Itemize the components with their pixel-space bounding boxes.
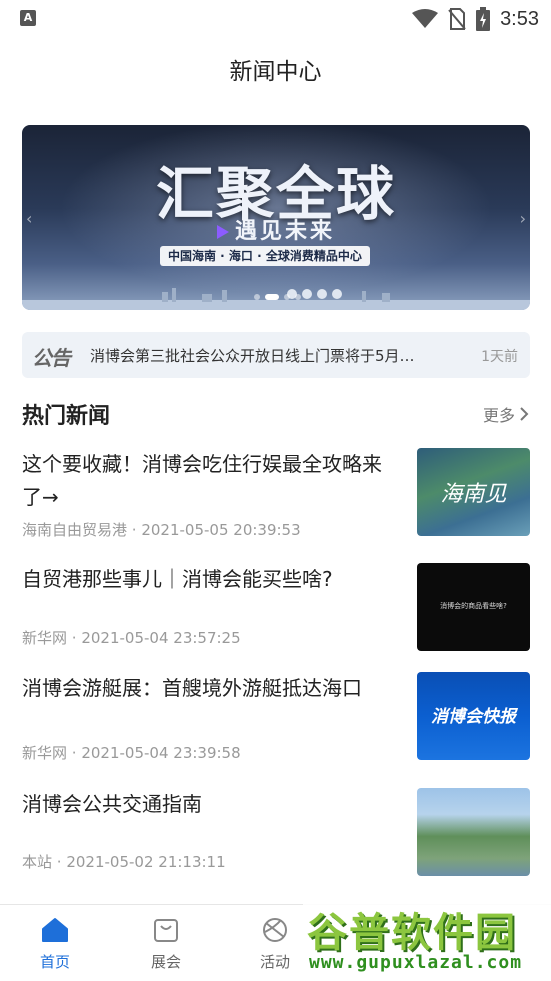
home-icon xyxy=(42,918,68,942)
news-title: 自贸港那些事儿｜消博会能买些啥? xyxy=(22,567,333,591)
ball-icon xyxy=(263,918,287,942)
news-thumbnail: 海南见 xyxy=(417,448,530,536)
more-label: 更多 xyxy=(482,406,515,425)
bag-icon xyxy=(154,919,178,942)
news-meta: 新华网 · 2021-05-04 23:57:25 xyxy=(22,629,241,647)
play-triangle-icon xyxy=(216,225,229,239)
news-source: 海南自由贸易港 xyxy=(22,521,128,539)
chevron-right-icon xyxy=(520,407,529,421)
news-item[interactable]: 消博会游艇展：首艘境外游艇抵达海口 新华网 · 2021-05-04 23:39… xyxy=(22,672,530,762)
news-title: 这个要收藏！消博会吃住行娱最全攻略来了→ xyxy=(22,452,382,509)
banner-carousel[interactable]: 汇聚全球 遇见未来 中国海南 · 海口 · 全球消费精品中心 ‹ › xyxy=(22,125,530,310)
carousel-dot-active[interactable] xyxy=(265,294,279,300)
news-datetime: 2021-05-02 21:13:11 xyxy=(66,853,226,871)
nav-label: 活动 xyxy=(259,953,290,971)
banner-subtitle: 遇见未来 xyxy=(22,213,530,245)
notice-bar[interactable]: 公告 消博会第三批社会公众开放日线上门票将于5月… 1天前 xyxy=(22,332,530,378)
banner-tagline: 中国海南 · 海口 · 全球消费精品中心 xyxy=(160,246,370,266)
thumbnail-caption: 消博会快报 xyxy=(431,707,516,727)
news-source: 新华网 xyxy=(22,744,68,762)
banner-next-icon[interactable]: › xyxy=(520,209,526,228)
more-link[interactable]: 更多 xyxy=(483,402,529,426)
news-datetime: 2021-05-04 23:57:25 xyxy=(81,629,241,647)
nav-label: 首页 xyxy=(39,953,70,971)
notice-text: 消博会第三批社会公众开放日线上门票将于5月… xyxy=(90,347,415,365)
watermark: 谷普软件园 www.gupuxlazal.com xyxy=(303,894,551,981)
section-title: 热门新闻 xyxy=(22,404,111,429)
news-datetime: 2021-05-04 23:39:58 xyxy=(81,744,241,762)
status-time: 3:53 xyxy=(500,7,539,30)
page-title: 新闻中心 xyxy=(229,59,322,85)
banner-subtitle-text: 遇见未来 xyxy=(234,218,335,244)
news-item[interactable]: 消博会公共交通指南 本站 · 2021-05-02 21:13:11 xyxy=(22,788,530,878)
nav-item-home[interactable]: 首页 xyxy=(25,917,85,972)
watermark-url: www.gupuxlazal.com xyxy=(309,952,523,973)
news-title: 消博会游艇展：首艘境外游艇抵达海口 xyxy=(22,676,362,700)
news-meta: 海南自由贸易港 · 2021-05-05 20:39:53 xyxy=(22,521,301,539)
news-item[interactable]: 这个要收藏！消博会吃住行娱最全攻略来了→ 海南自由贸易港 · 2021-05-0… xyxy=(22,448,530,539)
notice-time: 1天前 xyxy=(481,349,518,365)
news-item[interactable]: 自贸港那些事儿｜消博会能买些啥? 新华网 · 2021-05-04 23:57:… xyxy=(22,563,530,653)
banner-prev-icon[interactable]: ‹ xyxy=(26,209,32,228)
news-meta: 新华网 · 2021-05-04 23:39:58 xyxy=(22,744,241,762)
carousel-dot[interactable] xyxy=(295,294,301,300)
status-bar: A 3:53 xyxy=(0,0,551,38)
carousel-indicators xyxy=(254,294,301,300)
news-datetime: 2021-05-05 20:39:53 xyxy=(141,521,301,539)
news-thumbnail: 消博会快报 xyxy=(417,672,530,760)
wifi-icon xyxy=(412,9,439,28)
notice-label: 公告 xyxy=(32,346,71,370)
nav-item-activity[interactable]: 活动 xyxy=(245,917,305,972)
news-thumbnail xyxy=(417,788,530,876)
watermark-text: 谷普软件园 xyxy=(307,910,517,956)
news-title: 消博会公共交通指南 xyxy=(22,792,202,816)
news-meta: 本站 · 2021-05-02 21:13:11 xyxy=(22,853,226,871)
news-source: 新华网 xyxy=(22,629,68,647)
status-icons: 3:53 xyxy=(412,6,539,32)
carousel-dot[interactable] xyxy=(284,294,290,300)
battery-charging-icon xyxy=(476,7,491,31)
nav-item-exhibition[interactable]: 展会 xyxy=(136,917,196,972)
carousel-dot[interactable] xyxy=(254,294,260,300)
nav-label: 展会 xyxy=(150,953,181,971)
no-sim-icon xyxy=(448,8,466,30)
thumbnail-caption: 海南见 xyxy=(440,482,507,507)
news-thumbnail: 消博会的商品看些啥? xyxy=(417,563,530,651)
thumbnail-caption: 消博会的商品看些啥? xyxy=(440,602,507,610)
news-source: 本站 xyxy=(22,853,53,871)
app-notification-icon: A xyxy=(20,10,36,26)
